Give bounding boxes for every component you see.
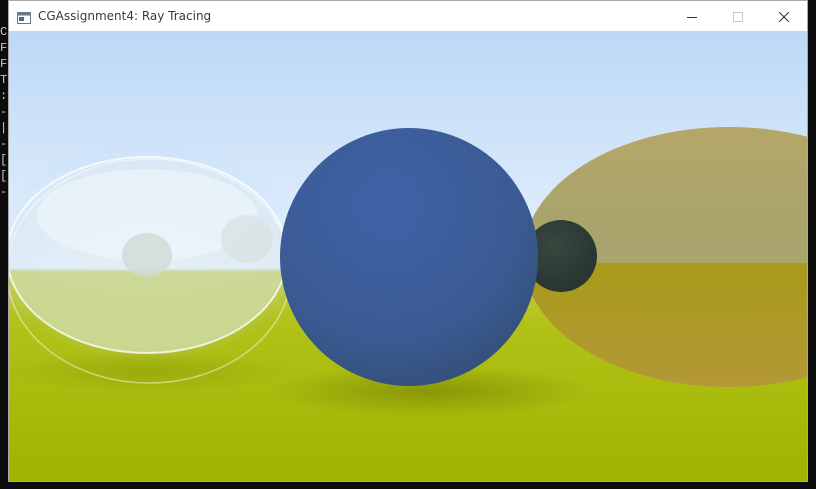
minimize-button[interactable] xyxy=(669,1,715,31)
console-line: F xyxy=(0,57,8,71)
blue-sphere xyxy=(280,128,538,386)
ray-traced-scene xyxy=(9,31,807,481)
console-line: [ xyxy=(0,153,8,167)
console-line: F xyxy=(0,41,8,55)
console-window-icon xyxy=(17,9,31,24)
app-window: CGAssignment4: Ray Tracing xyxy=(8,0,808,482)
minimize-icon xyxy=(687,7,697,26)
console-line: C xyxy=(0,25,8,39)
console-line: T xyxy=(0,73,8,87)
console-line: : xyxy=(0,89,8,103)
maximize-button[interactable] xyxy=(715,1,761,31)
window-title: CGAssignment4: Ray Tracing xyxy=(38,9,212,23)
console-line: - xyxy=(0,137,8,151)
close-button[interactable] xyxy=(761,1,807,31)
console-line: - xyxy=(0,185,8,199)
console-line: - xyxy=(0,105,8,119)
console-line: | xyxy=(0,121,8,135)
close-icon xyxy=(778,7,790,26)
maximize-icon xyxy=(733,7,743,26)
console-line: [ xyxy=(0,169,8,183)
background-console: C F F T : - | - [ [ - xyxy=(0,0,8,489)
title-bar[interactable]: CGAssignment4: Ray Tracing xyxy=(9,1,807,31)
render-viewport xyxy=(9,31,807,481)
